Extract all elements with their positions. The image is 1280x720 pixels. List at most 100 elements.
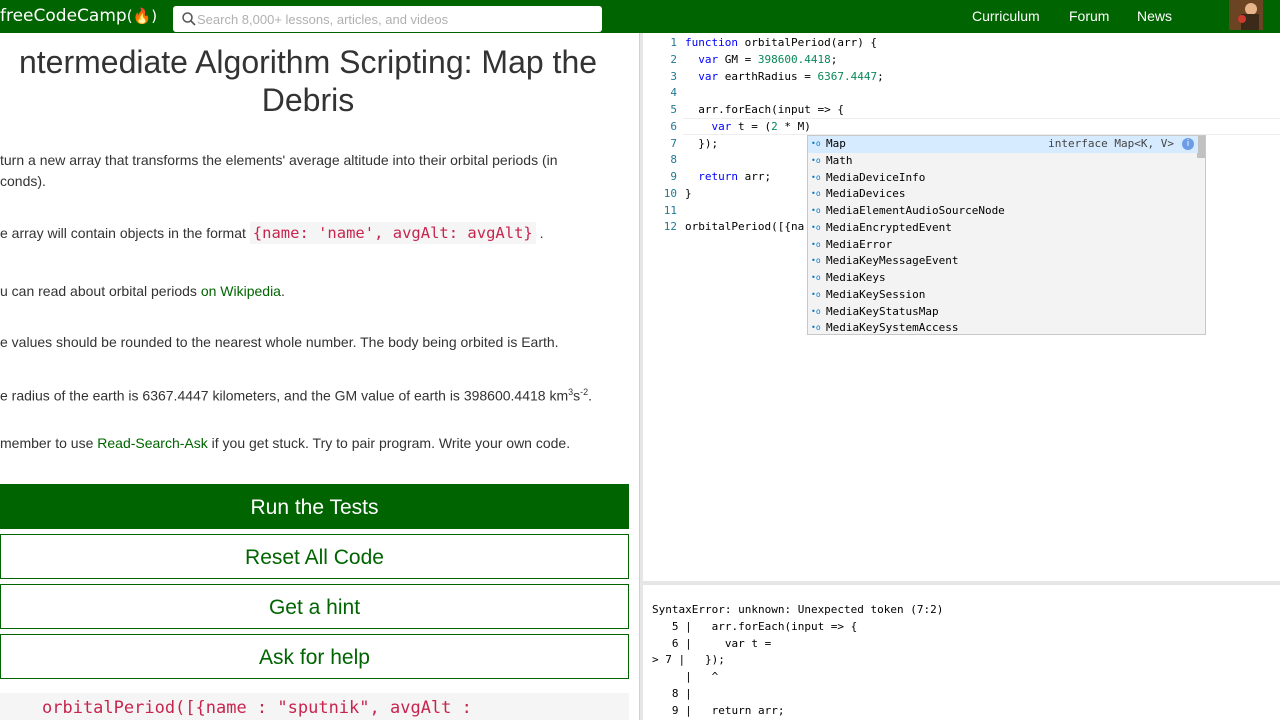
interface-icon: •o — [811, 222, 821, 232]
suggestion-item[interactable]: •o MediaKeyStatusMap — [808, 304, 1198, 321]
description-para-3: u can read about orbital periods on Wiki… — [0, 281, 285, 302]
suggestion-label: MediaKeys — [826, 271, 886, 284]
line-code: function orbitalPeriod(arr) { — [685, 36, 878, 49]
description-text: turn a new array that transforms the ele… — [0, 152, 558, 168]
line-number: 1 — [670, 36, 677, 49]
nav-curriculum[interactable]: Curriculum — [972, 0, 1040, 33]
suggestion-item[interactable]: •o MediaDevices — [808, 186, 1198, 203]
line-code: orbitalPeriod([{na — [685, 220, 805, 234]
suggestion-label: MediaKeySession — [826, 287, 926, 301]
suggestion-label: MediaError — [826, 237, 893, 251]
search-input[interactable] — [197, 6, 597, 32]
line-number: 9 — [670, 170, 677, 183]
description-text: member to use — [0, 435, 98, 451]
editor-line[interactable]: 2 var GM = 398600.4418; — [643, 51, 837, 68]
description-text: conds). — [0, 173, 46, 189]
nav-forum[interactable]: Forum — [1069, 0, 1109, 33]
interface-icon: •o — [811, 256, 821, 266]
reset-code-button[interactable]: Reset All Code — [0, 534, 629, 579]
suggestion-label: MediaElementAudioSourceNode — [826, 204, 1005, 217]
editor-line[interactable]: 6 var t = (2 * M) — [643, 118, 811, 135]
line-code: return arr; — [698, 170, 772, 183]
info-icon[interactable]: i — [1182, 138, 1194, 150]
suggestion-item[interactable]: •o MediaError — [808, 237, 1198, 254]
line-number: 12 — [663, 220, 677, 234]
error-message: SyntaxError: unknown: Unexpected token (… — [652, 603, 944, 616]
navbar: freeCodeCamp(🔥) Curriculum Forum News — [0, 0, 1280, 33]
error-code-frame-line: 9 | return arr; — [652, 703, 785, 717]
error-code-frame-line: | ^ — [652, 670, 719, 684]
interface-icon: •o — [811, 172, 821, 182]
suggestion-label: MediaKeyStatusMap — [826, 304, 939, 318]
error-code-frame-line: 6 | var t = — [652, 636, 772, 650]
suggestion-item[interactable]: •o MediaKeys — [808, 270, 1198, 287]
suggestion-item[interactable]: •o MediaDeviceInfo — [808, 170, 1198, 187]
editor-line[interactable]: 5 arr.forEach(input => { — [643, 101, 844, 118]
output-console: SyntaxError: unknown: Unexpected token (… — [643, 585, 1280, 720]
avatar[interactable] — [1229, 0, 1263, 30]
run-tests-button[interactable]: Run the Tests — [0, 484, 629, 529]
line-number: 7 — [670, 136, 677, 150]
fcc-logo[interactable]: freeCodeCamp(🔥) — [0, 5, 157, 27]
suggest-scrollbar[interactable] — [1197, 136, 1205, 158]
editor-line[interactable]: 4 — [643, 84, 677, 101]
suggestion-label: MediaDeviceInfo — [826, 170, 926, 184]
line-number: 3 — [670, 69, 677, 83]
editor-line[interactable]: 9 return arr; — [643, 168, 771, 185]
interface-icon: •o — [811, 273, 821, 282]
line-code: }); — [685, 136, 719, 150]
editor-line[interactable]: 12 orbitalPeriod([{na — [643, 218, 804, 235]
editor-line[interactable]: 10} — [643, 185, 692, 202]
page-title: ntermediate Algorithm Scripting: Map the… — [18, 44, 598, 118]
interface-icon: •o — [811, 239, 821, 249]
suggestion-label: MediaEncryptedEvent — [826, 220, 952, 234]
suggestion-item[interactable]: •o MediaEncryptedEvent — [808, 220, 1198, 237]
nav-news[interactable]: News — [1137, 0, 1172, 33]
challenge-description-pane: ntermediate Algorithm Scripting: Map the… — [0, 33, 639, 720]
suggestion-item[interactable]: •o Map interface Map<K, V> i — [808, 136, 1198, 153]
description-text: . — [588, 387, 593, 404]
suggestion-item[interactable]: •o MediaKeyMessageEvent — [808, 253, 1198, 270]
error-code-frame-line: 8 | — [652, 687, 692, 700]
editor-line[interactable]: 11 — [643, 202, 677, 219]
description-para-5: e radius of the earth is 6367.4447 kilom… — [0, 382, 592, 407]
interface-icon: •o — [811, 289, 821, 299]
interface-icon: •o — [811, 323, 821, 333]
get-hint-button[interactable]: Get a hint — [0, 584, 629, 629]
flame-icon: (🔥) — [126, 7, 158, 25]
editor-line[interactable]: 3 var earthRadius = 6367.4447; — [643, 68, 883, 85]
ask-help-button[interactable]: Ask for help — [0, 634, 629, 679]
description-para-4: e values should be rounded to the neares… — [0, 334, 559, 350]
suggestion-item[interactable]: •o Math — [808, 153, 1198, 170]
interface-icon: •o — [811, 139, 821, 148]
interface-icon: •o — [811, 155, 821, 165]
logo-text: freeCodeCamp — [0, 6, 127, 26]
line-code: var t = (2 * M) — [711, 119, 811, 133]
suggestion-label: Math — [826, 153, 853, 167]
description-text: . — [539, 225, 544, 241]
line-number: 10 — [663, 186, 677, 200]
autocomplete-suggestions: •o Map interface Map<K, V> i •o Math •o MediaDe… — [807, 135, 1206, 335]
read-search-ask-link[interactable]: Read-Search-Ask — [97, 435, 208, 451]
line-number: 5 — [670, 103, 677, 116]
interface-icon: •o — [811, 206, 821, 215]
suggestion-item[interactable]: •o MediaKeySession — [808, 287, 1198, 304]
suggestion-item[interactable]: •o MediaElementAudioSourceNode — [808, 203, 1198, 220]
wikipedia-link[interactable]: on Wikipedia — [201, 283, 281, 299]
suggestion-item[interactable]: •o MediaKeySystemAccess — [808, 320, 1198, 337]
description-text: e radius of the earth is 6367.4447 kilom… — [0, 387, 569, 404]
search-box — [173, 6, 602, 32]
interface-icon: •o — [811, 189, 821, 199]
error-code-frame-line: 5 | arr.forEach(input => { — [652, 619, 858, 633]
editor-line[interactable]: 1 function orbitalPeriod(arr) { — [643, 34, 877, 51]
avatar-image — [1229, 0, 1263, 30]
suggestion-label: Map — [826, 137, 846, 150]
editor-line[interactable]: 7 }); — [643, 135, 718, 152]
description-text: u can read about orbital periods — [0, 283, 201, 299]
error-code-frame-line: > 7 | }); — [652, 653, 725, 667]
editor-line[interactable]: 8 — [643, 151, 677, 168]
line-code: var earthRadius = 6367.4447; — [698, 69, 884, 83]
test-code-preview: orbitalPeriod([{name : "sputnik", avgAlt… — [0, 693, 629, 720]
line-number: 2 — [670, 52, 677, 66]
suggestion-label: MediaKeyMessageEvent — [826, 254, 959, 268]
